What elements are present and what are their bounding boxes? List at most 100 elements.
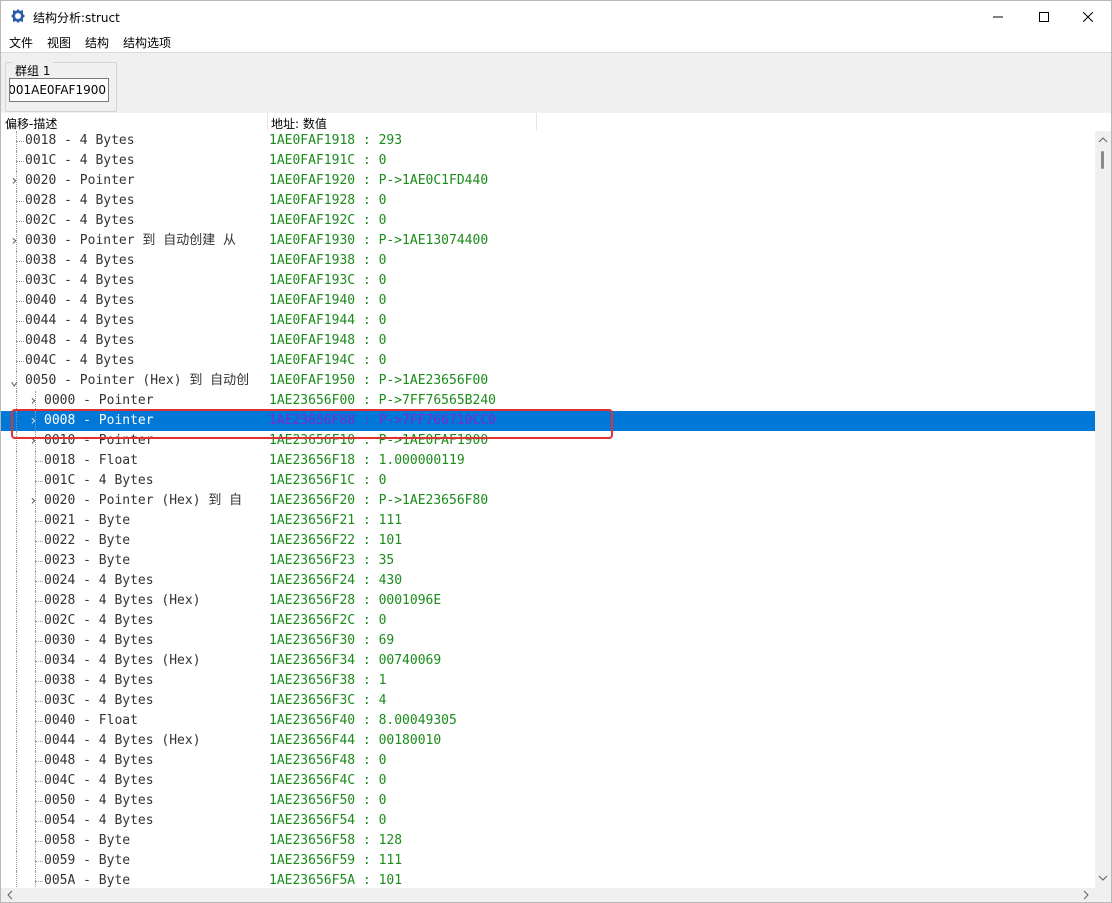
maximize-button[interactable] bbox=[1021, 1, 1067, 32]
tree-row[interactable]: 002C - 4 Bytes 1AE0FAF192C : 0 bbox=[1, 211, 1095, 231]
tree-row[interactable]: 0038 - 4 Bytes 1AE0FAF1938 : 0 bbox=[1, 251, 1095, 271]
expand-arrow-icon[interactable]: › bbox=[10, 171, 18, 191]
row-address-value: 1AE0FAF194C : 0 bbox=[269, 353, 387, 368]
tree-row-selected[interactable]: › 0008 - Pointer 1AE23656F08 : P->7FF76671… bbox=[1, 411, 1095, 431]
minimize-button[interactable] bbox=[975, 1, 1021, 32]
row-address-value: 1AE23656F44 : 00180010 bbox=[269, 733, 442, 748]
tree-row[interactable]: 004C - 4 Bytes 1AE0FAF194C : 0 bbox=[1, 351, 1095, 371]
tree-guide-line bbox=[16, 261, 24, 262]
row-description: 0044 - 4 Bytes (Hex) bbox=[44, 733, 201, 748]
row-description: 0048 - 4 Bytes bbox=[44, 753, 154, 768]
header-offset-desc[interactable]: 偏移-描述 bbox=[5, 115, 57, 132]
tree-row[interactable]: 0030 - 4 Bytes 1AE23656F30 : 69 bbox=[1, 631, 1095, 651]
row-description: 0022 - Byte bbox=[44, 533, 131, 548]
menu-view[interactable]: 视图 bbox=[47, 34, 71, 51]
tree-row[interactable]: 0050 - 4 Bytes 1AE23656F50 : 0 bbox=[1, 791, 1095, 811]
tree-guide-line bbox=[35, 781, 43, 782]
tree-row[interactable]: › 0000 - Pointer 1AE23656F00 : P->7FF76565… bbox=[1, 391, 1095, 411]
row-address-value: 1AE0FAF1950 : P->1AE23656F00 bbox=[269, 373, 489, 388]
vertical-scrollbar[interactable] bbox=[1095, 131, 1111, 888]
row-description: 0021 - Byte bbox=[44, 513, 131, 528]
structure-tree[interactable]: 0018 - 4 Bytes 1AE0FAF1918 : 293 001C - 4 … bbox=[1, 131, 1095, 888]
tree-row[interactable]: 0044 - 4 Bytes (Hex) 1AE23656F44 : 001800… bbox=[1, 731, 1095, 751]
tree-row[interactable]: 0058 - Byte 1AE23656F58 : 128 bbox=[1, 831, 1095, 851]
row-address-value: 1AE0FAF1930 : P->1AE13074400 bbox=[269, 233, 489, 248]
menu-structure[interactable]: 结构 bbox=[85, 34, 109, 51]
row-address-value: 1AE0FAF1920 : P->1AE0C1FD440 bbox=[269, 173, 489, 188]
tree-row[interactable]: 0040 - 4 Bytes 1AE0FAF1940 : 0 bbox=[1, 291, 1095, 311]
tree-row[interactable]: 003C - 4 Bytes 1AE0FAF193C : 0 bbox=[1, 271, 1095, 291]
tree-row[interactable]: 0021 - Byte 1AE23656F21 : 111 bbox=[1, 511, 1095, 531]
scroll-right-icon[interactable] bbox=[1079, 888, 1093, 902]
tree-row[interactable]: › 0010 - Pointer 1AE23656F10 : P->1AE0FAF1… bbox=[1, 431, 1095, 451]
tree-guide-line bbox=[35, 721, 43, 722]
tree-guide-line bbox=[35, 461, 43, 462]
tree-guide-line bbox=[16, 871, 17, 888]
row-address-value: 1AE23656F24 : 430 bbox=[269, 573, 403, 588]
expand-arrow-icon[interactable]: › bbox=[10, 231, 18, 251]
tree-guide-line bbox=[16, 321, 24, 322]
expand-arrow-icon[interactable]: › bbox=[29, 431, 37, 451]
tree-row[interactable]: 0024 - 4 Bytes 1AE23656F24 : 430 bbox=[1, 571, 1095, 591]
row-description: 0050 - 4 Bytes bbox=[44, 793, 154, 808]
tree-row[interactable]: 0018 - 4 Bytes 1AE0FAF1918 : 293 bbox=[1, 131, 1095, 151]
tree-row[interactable]: 0038 - 4 Bytes 1AE23656F38 : 1 bbox=[1, 671, 1095, 691]
row-description: 004C - 4 Bytes bbox=[25, 353, 135, 368]
scroll-down-icon[interactable] bbox=[1095, 871, 1111, 885]
scroll-thumb[interactable] bbox=[1101, 151, 1104, 169]
tree-row[interactable]: 001C - 4 Bytes 1AE23656F1C : 0 bbox=[1, 471, 1095, 491]
header-divider[interactable] bbox=[267, 113, 268, 131]
tree-row[interactable]: 003C - 4 Bytes 1AE23656F3C : 4 bbox=[1, 691, 1095, 711]
tree-guide-line bbox=[16, 391, 17, 411]
tree-row[interactable]: 0028 - 4 Bytes (Hex) 1AE23656F28 : 000109… bbox=[1, 591, 1095, 611]
row-description: 0028 - 4 Bytes (Hex) bbox=[44, 593, 201, 608]
expand-arrow-icon[interactable]: › bbox=[29, 491, 37, 511]
tree-row[interactable]: › 0020 - Pointer 1AE0FAF1920 : P->1AE0C1FD… bbox=[1, 171, 1095, 191]
row-description: 002C - 4 Bytes bbox=[25, 213, 135, 228]
scroll-left-icon[interactable] bbox=[3, 888, 17, 902]
header-address-value[interactable]: 地址: 数值 bbox=[271, 115, 327, 132]
tree-row[interactable]: 005A - Byte 1AE23656F5A : 101 bbox=[1, 871, 1095, 888]
tree-row[interactable]: 0018 - Float 1AE23656F18 : 1.000000119 bbox=[1, 451, 1095, 471]
header-divider[interactable] bbox=[536, 113, 537, 131]
expand-arrow-icon[interactable]: › bbox=[29, 411, 37, 431]
expand-arrow-icon[interactable]: › bbox=[29, 391, 37, 411]
row-description: 0023 - Byte bbox=[44, 553, 131, 568]
tree-row[interactable]: 001C - 4 Bytes 1AE0FAF191C : 0 bbox=[1, 151, 1095, 171]
row-address-value: 1AE0FAF192C : 0 bbox=[269, 213, 387, 228]
tree-row[interactable]: 0048 - 4 Bytes 1AE0FAF1948 : 0 bbox=[1, 331, 1095, 351]
tree-row[interactable]: 002C - 4 Bytes 1AE23656F2C : 0 bbox=[1, 611, 1095, 631]
maximize-icon bbox=[1039, 11, 1049, 22]
row-address-value: 1AE23656F08 : P->7FF766710CC0 bbox=[269, 413, 496, 428]
tree-row[interactable]: 0023 - Byte 1AE23656F23 : 35 bbox=[1, 551, 1095, 571]
tree-row[interactable]: 0028 - 4 Bytes 1AE0FAF1928 : 0 bbox=[1, 191, 1095, 211]
close-button[interactable] bbox=[1065, 1, 1111, 32]
horizontal-scrollbar[interactable] bbox=[1, 888, 1095, 902]
tree-guide-line bbox=[35, 761, 43, 762]
window-title: 结构分析:struct bbox=[33, 11, 120, 25]
row-address-value: 1AE0FAF191C : 0 bbox=[269, 153, 387, 168]
tree-row[interactable]: › 0030 - Pointer 到 自动创建 从 1AE0FAF1930 : P-… bbox=[1, 231, 1095, 251]
scroll-corner bbox=[1095, 888, 1111, 902]
tree-row[interactable]: 0048 - 4 Bytes 1AE23656F48 : 0 bbox=[1, 751, 1095, 771]
row-address-value: 1AE23656F28 : 0001096E bbox=[269, 593, 442, 608]
group-box: 群组 1 00000001AE0FAF1900 bbox=[5, 62, 117, 112]
title-bar[interactable]: 结构分析:struct bbox=[1, 1, 1111, 32]
tree-row[interactable]: 004C - 4 Bytes 1AE23656F4C : 0 bbox=[1, 771, 1095, 791]
row-address-value: 1AE23656F5A : 101 bbox=[269, 873, 403, 888]
tree-row[interactable]: › 0020 - Pointer (Hex) 到 自 1AE23656F20 : P… bbox=[1, 491, 1095, 511]
tree-row[interactable]: 0034 - 4 Bytes (Hex) 1AE23656F34 : 007400… bbox=[1, 651, 1095, 671]
collapse-arrow-icon[interactable]: ⌄ bbox=[10, 371, 18, 391]
tree-row[interactable]: 0059 - Byte 1AE23656F59 : 111 bbox=[1, 851, 1095, 871]
row-address-value: 1AE0FAF1948 : 0 bbox=[269, 333, 387, 348]
tree-row[interactable]: ⌄ 0050 - Pointer (Hex) 到 自动创 1AE0FAF1950 :… bbox=[1, 371, 1095, 391]
tree-row[interactable]: 0054 - 4 Bytes 1AE23656F54 : 0 bbox=[1, 811, 1095, 831]
scroll-up-icon[interactable] bbox=[1095, 133, 1111, 147]
tree-row[interactable]: 0040 - Float 1AE23656F40 : 8.00049305 bbox=[1, 711, 1095, 731]
row-address-value: 1AE23656F58 : 128 bbox=[269, 833, 403, 848]
tree-row[interactable]: 0022 - Byte 1AE23656F22 : 101 bbox=[1, 531, 1095, 551]
address-input[interactable]: 00000001AE0FAF1900 bbox=[9, 78, 109, 102]
tree-row[interactable]: 0044 - 4 Bytes 1AE0FAF1944 : 0 bbox=[1, 311, 1095, 331]
menu-structure-options[interactable]: 结构选项 bbox=[123, 34, 171, 51]
menu-file[interactable]: 文件 bbox=[9, 34, 33, 51]
